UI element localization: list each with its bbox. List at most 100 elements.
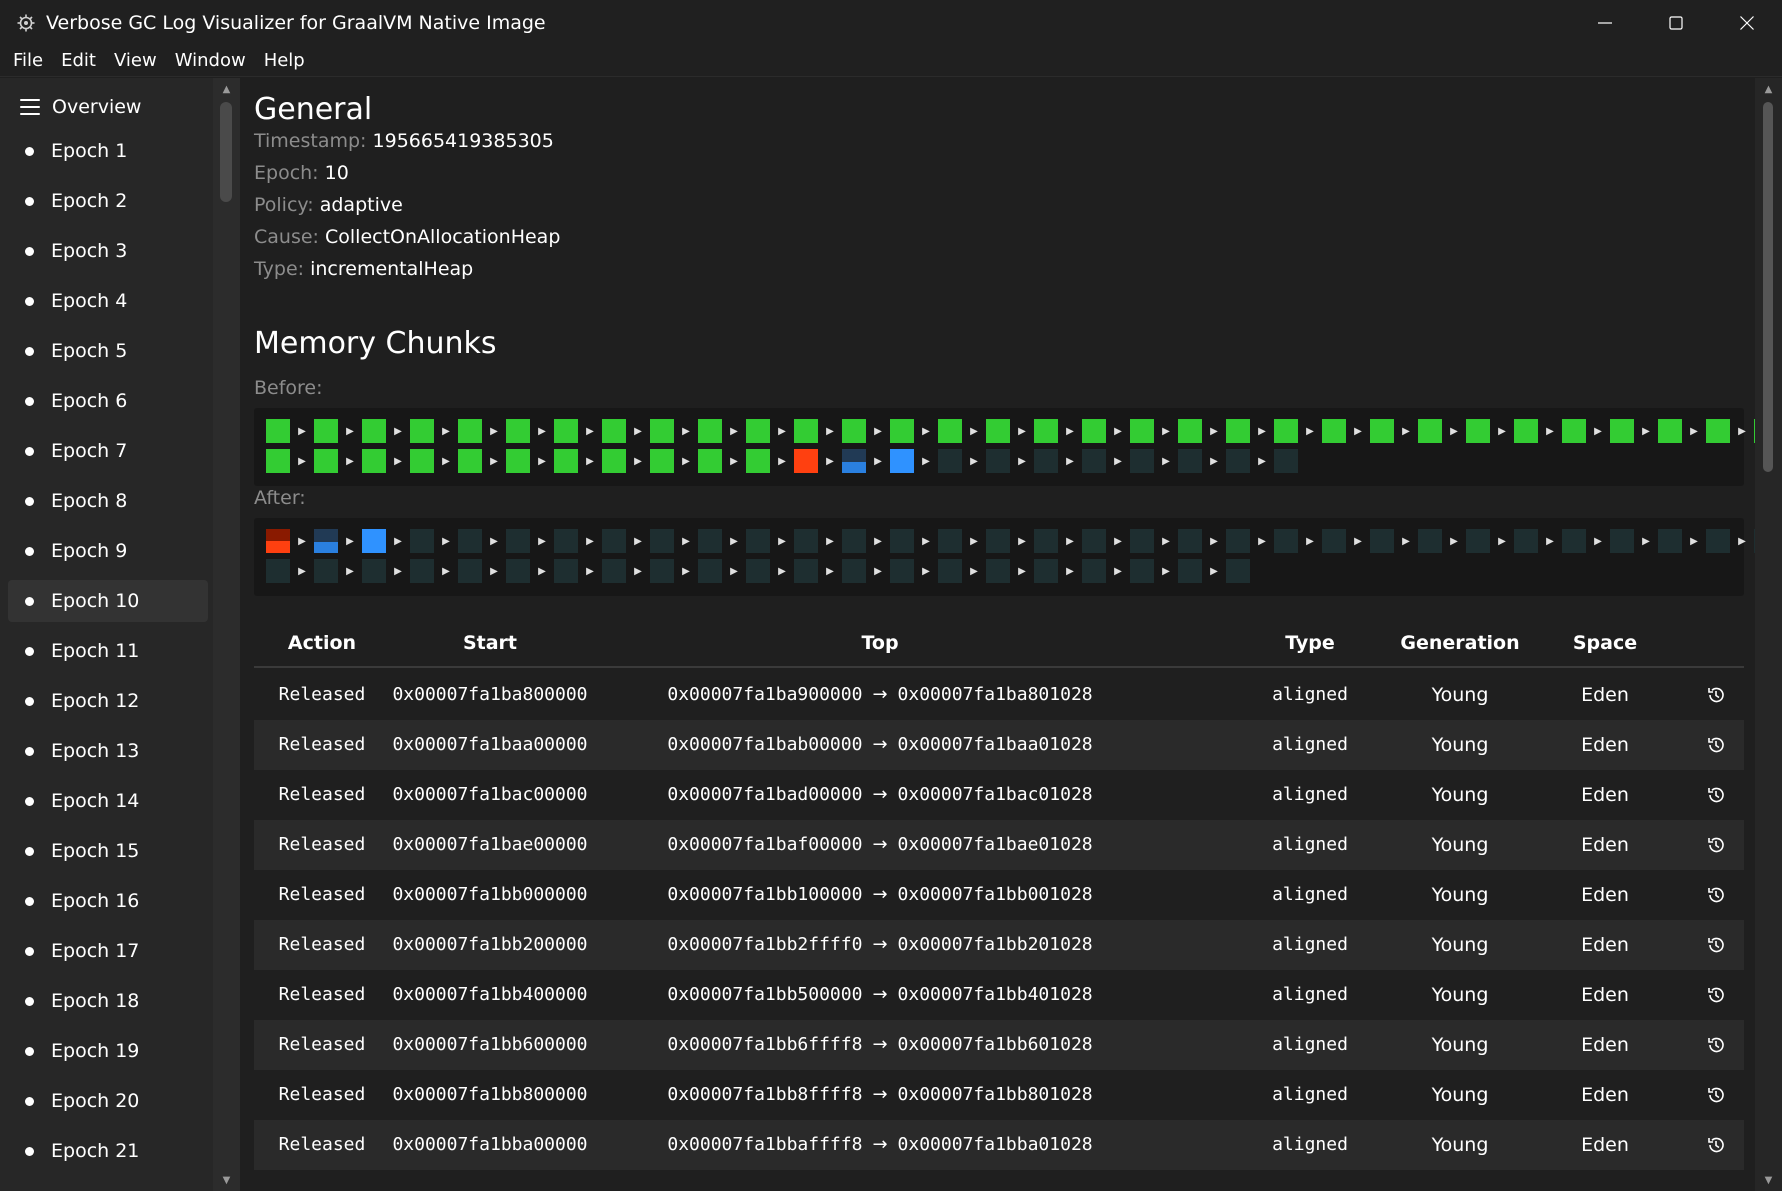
memory-chunk-empty[interactable]	[1082, 449, 1106, 473]
memory-chunk-green[interactable]	[746, 419, 770, 443]
memory-chunk-empty[interactable]	[1322, 529, 1346, 553]
memory-chunk-empty[interactable]	[1178, 529, 1202, 553]
memory-chunk-empty[interactable]	[938, 449, 962, 473]
memory-chunk-halfblue[interactable]	[842, 449, 866, 473]
scroll-up-arrow-icon[interactable]: ▲	[213, 80, 240, 98]
memory-chunk-green[interactable]	[362, 449, 386, 473]
memory-chunk-empty[interactable]	[1466, 529, 1490, 553]
memory-chunk-empty[interactable]	[1226, 529, 1250, 553]
scroll-down-arrow-icon[interactable]: ▼	[213, 1171, 240, 1189]
memory-chunk-green[interactable]	[1514, 419, 1538, 443]
sidebar-item-epoch-19[interactable]: Epoch 19	[8, 1030, 208, 1072]
memory-chunk-empty[interactable]	[1034, 449, 1058, 473]
memory-chunk-blue[interactable]	[890, 449, 914, 473]
sidebar-scroll-thumb[interactable]	[220, 102, 232, 202]
history-icon[interactable]	[1704, 933, 1728, 957]
sidebar-item-epoch-16[interactable]: Epoch 16	[8, 880, 208, 922]
sidebar-item-epoch-11[interactable]: Epoch 11	[8, 630, 208, 672]
history-icon[interactable]	[1704, 983, 1728, 1007]
memory-chunk-green[interactable]	[794, 419, 818, 443]
memory-chunk-empty[interactable]	[266, 559, 290, 583]
memory-chunk-green[interactable]	[554, 419, 578, 443]
memory-chunk-green[interactable]	[410, 419, 434, 443]
memory-chunk-empty[interactable]	[1562, 529, 1586, 553]
memory-chunk-green[interactable]	[746, 449, 770, 473]
memory-chunk-green[interactable]	[506, 419, 530, 443]
memory-chunk-empty[interactable]	[362, 559, 386, 583]
memory-chunk-green[interactable]	[410, 449, 434, 473]
memory-chunk-empty[interactable]	[1130, 449, 1154, 473]
memory-chunk-empty[interactable]	[890, 559, 914, 583]
history-icon[interactable]	[1704, 1083, 1728, 1107]
memory-chunk-empty[interactable]	[1658, 529, 1682, 553]
memory-chunk-green[interactable]	[1034, 419, 1058, 443]
sidebar-item-epoch-1[interactable]: Epoch 1	[8, 130, 208, 172]
memory-chunk-green[interactable]	[1562, 419, 1586, 443]
memory-chunk-green[interactable]	[458, 449, 482, 473]
memory-chunk-green[interactable]	[1226, 419, 1250, 443]
memory-chunk-green[interactable]	[650, 449, 674, 473]
memory-chunk-green[interactable]	[650, 419, 674, 443]
sidebar-item-epoch-20[interactable]: Epoch 20	[8, 1080, 208, 1122]
memory-chunk-empty[interactable]	[314, 559, 338, 583]
memory-chunk-empty[interactable]	[1274, 529, 1298, 553]
main-scrollbar[interactable]: ▲ ▼	[1755, 78, 1782, 1191]
memory-chunk-green[interactable]	[1466, 419, 1490, 443]
history-icon[interactable]	[1704, 1133, 1728, 1157]
memory-chunk-empty[interactable]	[410, 529, 434, 553]
memory-chunk-green[interactable]	[554, 449, 578, 473]
sidebar-item-epoch-5[interactable]: Epoch 5	[8, 330, 208, 372]
memory-chunk-empty[interactable]	[1370, 529, 1394, 553]
menu-edit[interactable]: Edit	[52, 45, 105, 77]
history-icon[interactable]	[1704, 783, 1728, 807]
memory-chunk-empty[interactable]	[1274, 449, 1298, 473]
memory-chunk-green[interactable]	[1178, 419, 1202, 443]
table-row[interactable]: Released 0x00007fa1bb400000 0x00007fa1bb50…	[254, 970, 1744, 1020]
memory-chunk-empty[interactable]	[554, 559, 578, 583]
memory-chunk-empty[interactable]	[842, 529, 866, 553]
table-row[interactable]: Released 0x00007fa1bba00000 0x00007fa1bbaf…	[254, 1120, 1744, 1170]
column-header-start[interactable]: Start	[390, 618, 590, 668]
memory-chunk-empty[interactable]	[506, 529, 530, 553]
sidebar-scrollbar[interactable]: ▲ ▼	[213, 78, 240, 1191]
memory-chunk-empty[interactable]	[506, 559, 530, 583]
memory-chunk-green[interactable]	[890, 419, 914, 443]
memory-chunk-empty[interactable]	[1178, 449, 1202, 473]
table-row[interactable]: Released 0x00007fa1bb200000 0x00007fa1bb2f…	[254, 920, 1744, 970]
column-header-top[interactable]: Top	[590, 618, 1170, 668]
memory-chunk-blue[interactable]	[362, 529, 386, 553]
memory-chunk-halfblue[interactable]	[314, 529, 338, 553]
column-header-action[interactable]: Action	[254, 618, 390, 668]
memory-chunk-green[interactable]	[698, 449, 722, 473]
memory-chunk-green[interactable]	[1082, 419, 1106, 443]
memory-chunk-empty[interactable]	[650, 529, 674, 553]
sidebar-item-epoch-6[interactable]: Epoch 6	[8, 380, 208, 422]
maximize-button[interactable]	[1640, 0, 1711, 45]
memory-chunk-empty[interactable]	[1034, 559, 1058, 583]
sidebar-item-epoch-21[interactable]: Epoch 21	[8, 1130, 208, 1172]
menu-file[interactable]: File	[4, 45, 52, 77]
memory-chunk-empty[interactable]	[986, 449, 1010, 473]
memory-chunk-green[interactable]	[1610, 419, 1634, 443]
history-icon[interactable]	[1704, 883, 1728, 907]
table-row[interactable]: Released 0x00007fa1bae00000 0x00007fa1baf0…	[254, 820, 1744, 870]
memory-chunk-empty[interactable]	[794, 529, 818, 553]
close-button[interactable]	[1711, 0, 1782, 45]
table-row[interactable]: Released 0x00007fa1bb000000 0x00007fa1bb10…	[254, 870, 1744, 920]
memory-chunk-green[interactable]	[1658, 419, 1682, 443]
memory-chunk-green[interactable]	[458, 419, 482, 443]
memory-chunk-empty[interactable]	[458, 529, 482, 553]
menu-window[interactable]: Window	[166, 45, 255, 77]
memory-chunk-empty[interactable]	[1610, 529, 1634, 553]
memory-chunk-empty[interactable]	[794, 559, 818, 583]
scroll-up-arrow-icon[interactable]: ▲	[1755, 80, 1782, 98]
memory-chunk-green[interactable]	[314, 419, 338, 443]
memory-chunk-empty[interactable]	[986, 559, 1010, 583]
main-scroll-thumb[interactable]	[1763, 102, 1773, 472]
menu-view[interactable]: View	[105, 45, 166, 77]
memory-chunk-green[interactable]	[938, 419, 962, 443]
memory-chunk-green[interactable]	[698, 419, 722, 443]
sidebar-item-epoch-12[interactable]: Epoch 12	[8, 680, 208, 722]
memory-chunk-empty[interactable]	[602, 529, 626, 553]
sidebar-item-epoch-13[interactable]: Epoch 13	[8, 730, 208, 772]
